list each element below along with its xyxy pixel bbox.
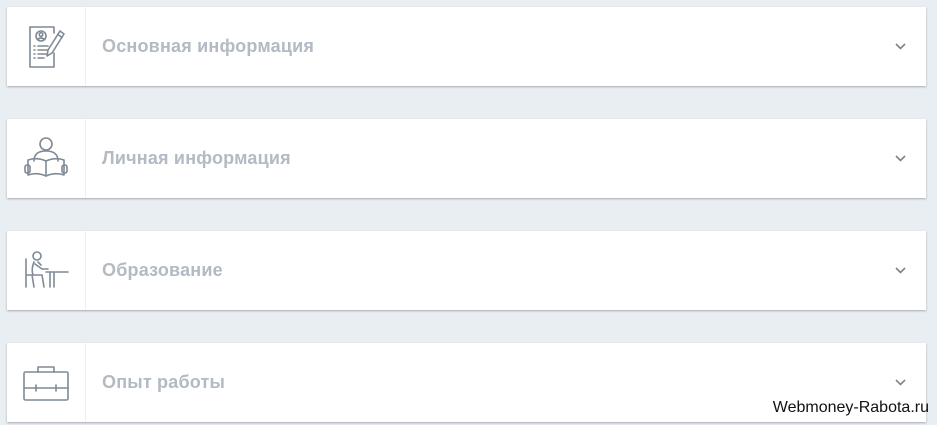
chevron-down-icon[interactable] — [888, 147, 912, 171]
section-title: Основная информация — [102, 36, 315, 56]
chevron-down-icon[interactable] — [888, 259, 912, 283]
section-title: Личная информация — [102, 148, 291, 168]
section-main-info[interactable]: Основная информация — [7, 7, 926, 86]
student-desk-icon — [25, 250, 69, 288]
section-education[interactable]: Образование — [7, 231, 926, 310]
chevron-down-icon[interactable] — [888, 35, 912, 59]
person-reading-icon — [24, 136, 68, 177]
chevron-down-icon[interactable] — [888, 371, 912, 395]
watermark-text: Webmoney-Rabota.ru — [772, 399, 929, 416]
resume-edit-icon — [29, 25, 65, 68]
section-title: Опыт работы — [102, 372, 226, 392]
section-education-icon-cell — [7, 231, 86, 310]
briefcase-icon — [23, 365, 69, 401]
section-personal-info[interactable]: Личная информация — [7, 119, 926, 198]
section-title: Образование — [102, 260, 223, 280]
section-main-info-icon-cell — [7, 7, 86, 86]
section-personal-info-icon-cell — [7, 119, 86, 198]
section-work-experience-icon-cell — [7, 343, 86, 422]
